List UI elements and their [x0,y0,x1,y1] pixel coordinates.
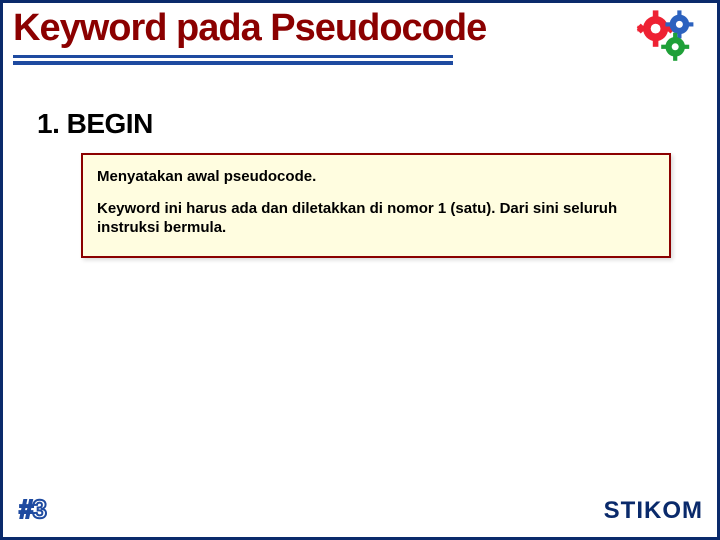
brand-label: STIKOM [604,497,703,525]
slide-number: #3 [19,494,46,525]
page-title: Keyword pada Pseudocode [13,7,486,50]
description-line-1: Menyatakan awal pseudocode. [97,167,655,187]
description-box: Menyatakan awal pseudocode. Keyword ini … [81,153,671,258]
slide: Keyword pada Pseudocode 1. BEGIN Menyata… [0,0,720,540]
section-heading: 1. BEGIN [37,108,153,140]
gears-icon [635,9,707,65]
description-line-2: Keyword ini harus ada dan diletakkan di … [97,199,655,238]
title-underline [13,55,453,65]
